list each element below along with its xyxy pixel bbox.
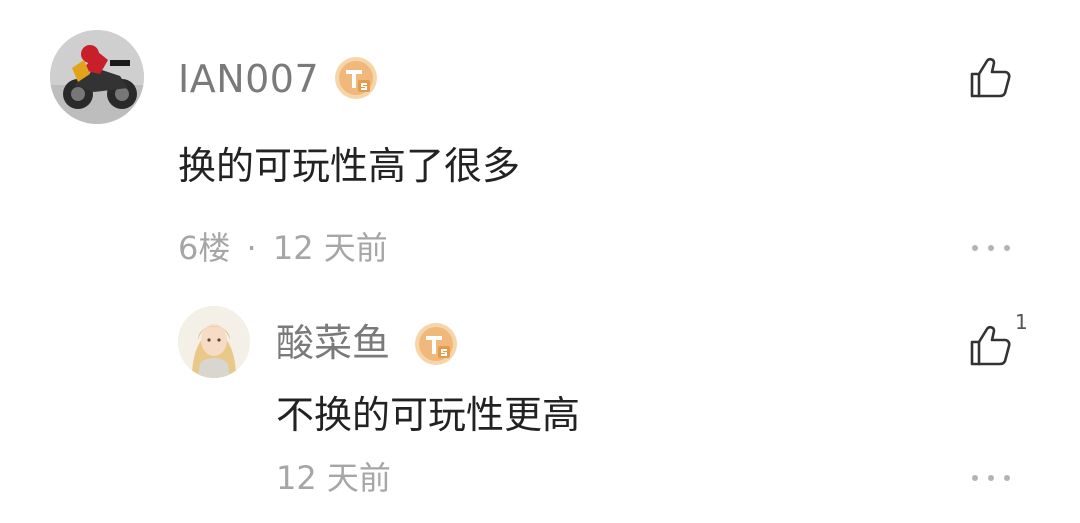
reply-text: 不换的可玩性更高 <box>276 393 581 437</box>
reply-username[interactable]: 酸菜鱼 <box>276 324 390 362</box>
reply-avatar[interactable] <box>178 306 250 378</box>
more-dots-icon <box>972 475 978 481</box>
ts-member-badge-icon <box>334 56 378 100</box>
username[interactable]: IAN007 <box>178 60 319 98</box>
reply-like-button[interactable] <box>966 322 1014 370</box>
reply-like-count: 1 <box>1015 310 1028 334</box>
thumbs-up-icon <box>970 57 1011 98</box>
avatar[interactable] <box>50 30 144 124</box>
meta-separator: · <box>246 229 257 267</box>
comment-time: 12 天前 <box>272 229 388 267</box>
like-button[interactable] <box>966 54 1014 102</box>
comment-meta: 6楼 · 12 天前 <box>178 232 388 264</box>
reply-more-button[interactable] <box>972 472 1010 484</box>
thumbs-up-icon <box>970 325 1011 366</box>
more-button[interactable] <box>972 242 1010 254</box>
floor-number: 6楼 <box>178 229 231 267</box>
comment-text: 换的可玩性高了很多 <box>178 144 521 188</box>
reply-time: 12 天前 <box>276 459 391 497</box>
more-dots-icon <box>972 245 978 251</box>
ts-member-badge-icon <box>414 322 458 366</box>
